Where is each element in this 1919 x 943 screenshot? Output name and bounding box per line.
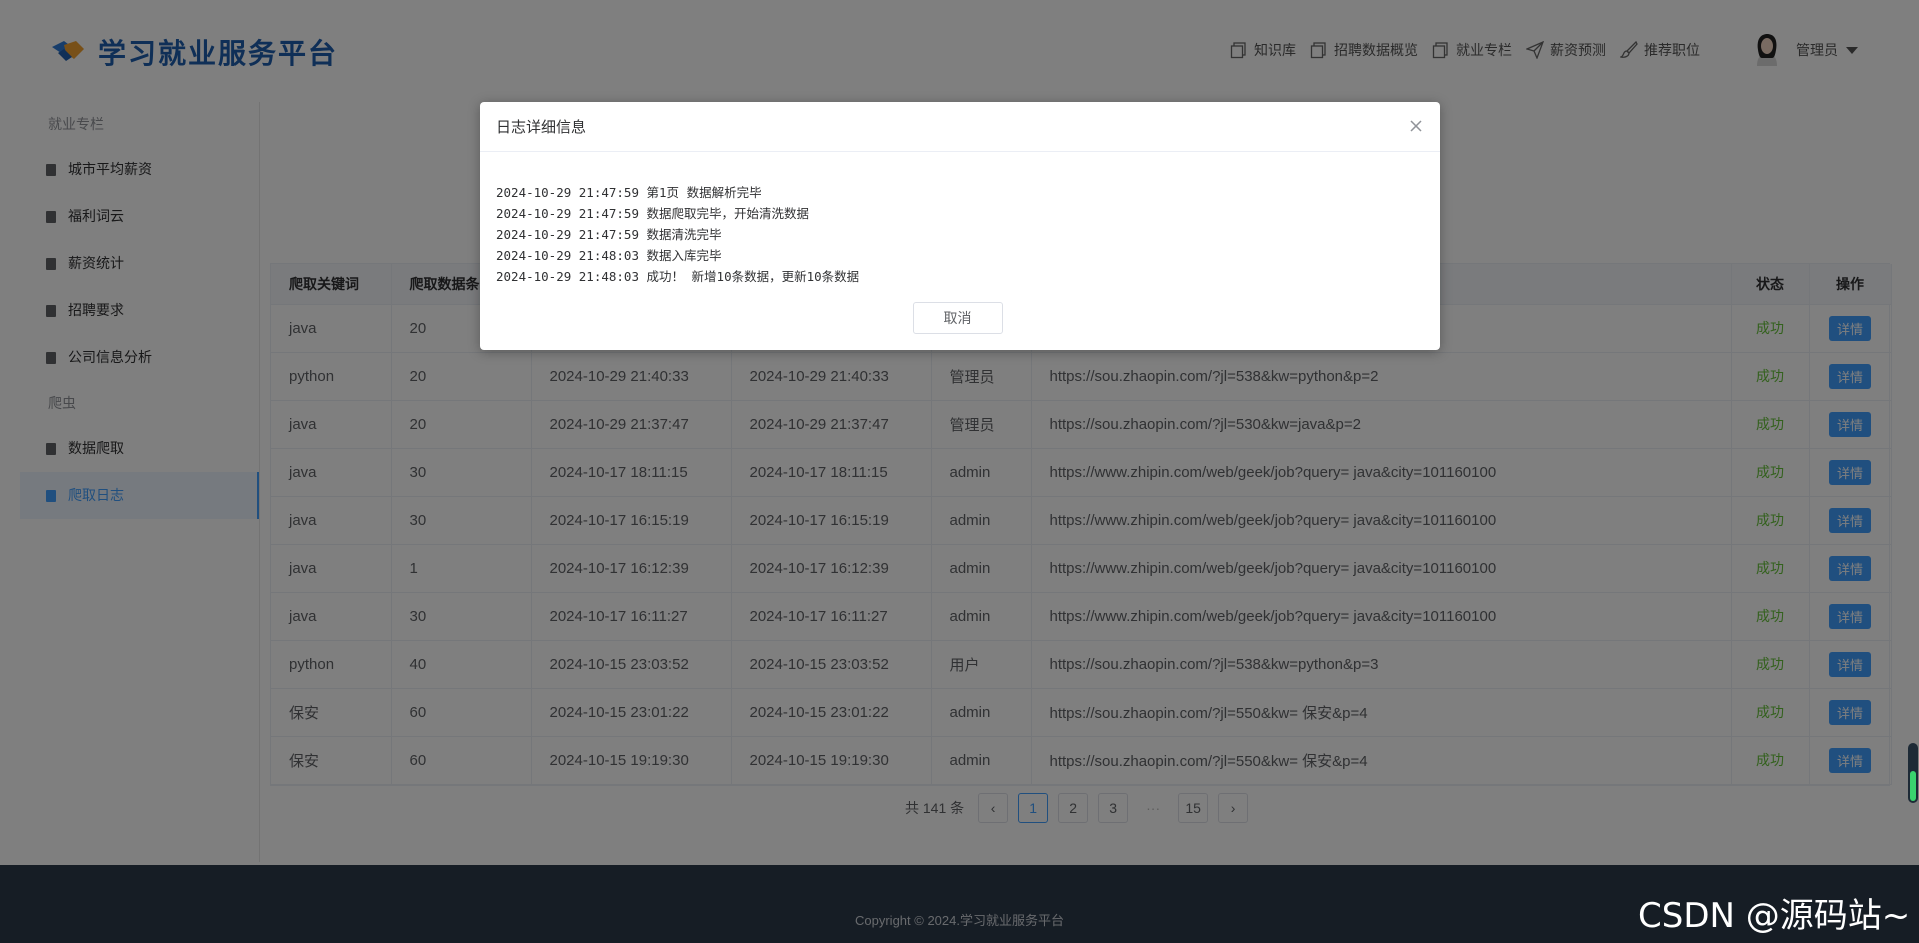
log-line: 2024-10-29 21:48:03 成功！ 新增10条数据，更新10条数据 — [496, 269, 860, 284]
dialog-title: 日志详细信息 — [496, 119, 587, 136]
dialog-footer: 取消 — [480, 302, 1440, 334]
log-detail-dialog: 日志详细信息 2024-10-29 21:47:59 第1页 数据解析完毕 20… — [480, 102, 1440, 350]
scroll-indicator[interactable] — [1908, 743, 1918, 803]
log-line: 2024-10-29 21:48:03 数据入库完毕 — [496, 248, 722, 263]
cancel-button[interactable]: 取消 — [912, 302, 1003, 334]
scroll-indicator-fill — [1910, 771, 1916, 801]
log-line: 2024-10-29 21:47:59 数据清洗完毕 — [496, 227, 722, 242]
watermark: CSDN @源码站~ — [1638, 896, 1911, 936]
dialog-header: 日志详细信息 — [480, 102, 1440, 152]
dialog-body: 2024-10-29 21:47:59 第1页 数据解析完毕 2024-10-2… — [480, 152, 1440, 287]
log-line: 2024-10-29 21:47:59 第1页 数据解析完毕 — [496, 185, 762, 200]
close-icon[interactable] — [1406, 116, 1426, 136]
log-line: 2024-10-29 21:47:59 数据爬取完毕，开始清洗数据 — [496, 206, 810, 221]
